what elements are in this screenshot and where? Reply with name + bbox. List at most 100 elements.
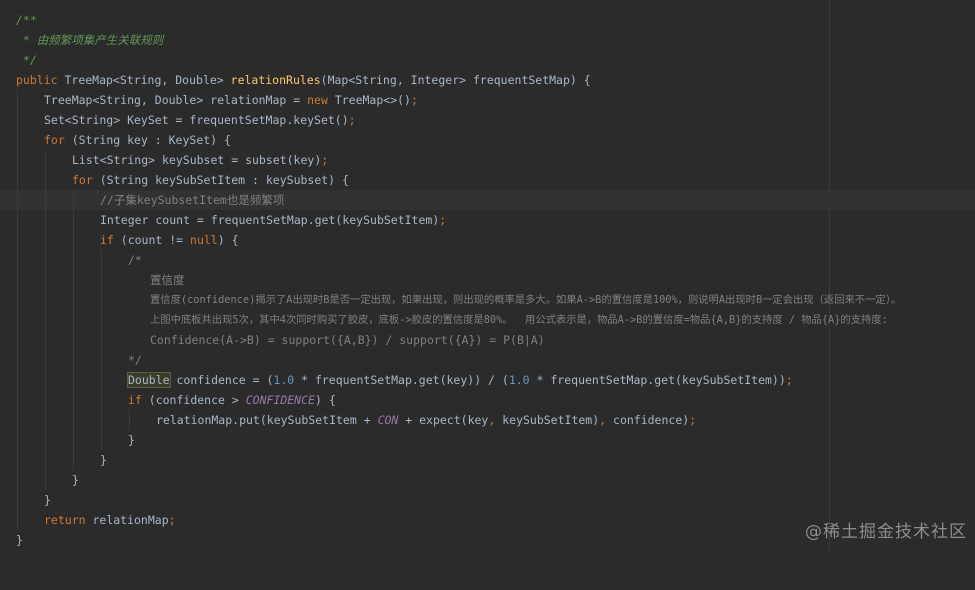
indent-guide bbox=[17, 210, 18, 230]
closing-brace: } bbox=[100, 453, 107, 467]
code-line-17[interactable]: Confidence(A->B) = support({A,B}) / supp… bbox=[0, 330, 975, 350]
indent-guide bbox=[17, 470, 18, 490]
code-line-10-current[interactable]: //子集keySubsetItem也是频繁项 bbox=[0, 190, 975, 210]
constant: CONFIDENCE bbox=[245, 393, 315, 407]
indent-guide bbox=[101, 250, 102, 270]
number-literal: 1.0 bbox=[273, 373, 295, 387]
indent-guide bbox=[45, 410, 46, 430]
javadoc-text: * 由频繁项集产生关联规则 bbox=[16, 33, 164, 47]
method-name: relationRules bbox=[230, 73, 321, 87]
code-line-1[interactable]: /** bbox=[0, 10, 975, 30]
code-line-4[interactable]: public TreeMap<String, Double> relationR… bbox=[0, 70, 975, 90]
code-line-12[interactable]: if (count != null) { bbox=[0, 230, 975, 250]
indent-guide bbox=[73, 350, 74, 370]
statement: List<String> keySubset = subset(key); bbox=[72, 150, 328, 170]
code-line-9[interactable]: for (String keySubSetItem : keySubset) { bbox=[0, 170, 975, 190]
code-text: * frequentSetMap.get(keySubSetItem)) bbox=[529, 373, 786, 387]
code-line-2[interactable]: * 由频繁项集产生关联规则 bbox=[0, 30, 975, 50]
number-literal: 1.0 bbox=[508, 373, 530, 387]
statement: Double confidence = (1.0 * frequentSetMa… bbox=[127, 370, 793, 390]
indent-guide bbox=[45, 370, 46, 390]
code-line-24[interactable]: } bbox=[0, 470, 975, 490]
indent-guide bbox=[45, 190, 46, 210]
code-text: TreeMap<>() bbox=[334, 93, 411, 107]
indent-guide bbox=[101, 370, 102, 390]
code-text: relationMap bbox=[92, 513, 169, 527]
code-text: ) { bbox=[314, 393, 336, 407]
indent-guide bbox=[45, 450, 46, 470]
code-line-5[interactable]: TreeMap<String, Double> relationMap = ne… bbox=[0, 90, 975, 110]
indent-guide bbox=[17, 510, 18, 530]
method-params: (Map<String, Integer> frequentSetMap) { bbox=[320, 73, 591, 87]
statement: for (String key : KeySet) { bbox=[44, 130, 231, 150]
statement: if (confidence > CONFIDENCE) { bbox=[128, 390, 336, 410]
code-line-8[interactable]: List<String> keySubset = subset(key); bbox=[0, 150, 975, 170]
code-text: List<String> keySubset = subset(key) bbox=[72, 153, 322, 167]
code-text: (confidence > bbox=[148, 393, 246, 407]
semicolon: ; bbox=[689, 413, 697, 427]
keyword-for: for bbox=[72, 173, 100, 187]
highlighted-type[interactable]: Double bbox=[127, 372, 171, 388]
closing-brace: } bbox=[16, 533, 23, 547]
code-line-11[interactable]: Integer count = frequentSetMap.get(keySu… bbox=[0, 210, 975, 230]
code-line-20[interactable]: if (confidence > CONFIDENCE) { bbox=[0, 390, 975, 410]
code-line-19[interactable]: Double confidence = (1.0 * frequentSetMa… bbox=[0, 370, 975, 390]
code-text: ) { bbox=[217, 233, 239, 247]
indent-guide bbox=[45, 250, 46, 270]
indent-guide bbox=[17, 330, 18, 350]
code-line-18[interactable]: */ bbox=[0, 350, 975, 370]
indent-guide bbox=[17, 90, 18, 110]
block-comment-text: 上图中底板共出现5次，其中4次同时购买了胶皮，底板->胶皮的置信度是80%。 用… bbox=[150, 314, 888, 326]
code-line-22[interactable]: } bbox=[0, 430, 975, 450]
indent-guide bbox=[101, 350, 102, 370]
indent-guide bbox=[45, 470, 46, 490]
indent-guide bbox=[17, 130, 18, 150]
closing-brace: } bbox=[72, 473, 79, 487]
indent-guide bbox=[73, 190, 74, 210]
indent-guide bbox=[17, 430, 18, 450]
code-line-6[interactable]: Set<String> KeySet = frequentSetMap.keyS… bbox=[0, 110, 975, 130]
code-line-3[interactable]: */ bbox=[0, 50, 975, 70]
indent-guide bbox=[101, 270, 102, 290]
code-line-23[interactable]: } bbox=[0, 450, 975, 470]
statement: if (count != null) { bbox=[100, 230, 239, 250]
indent-guide bbox=[45, 350, 46, 370]
indent-guide bbox=[73, 210, 74, 230]
indent-guide bbox=[73, 230, 74, 250]
indent-guide bbox=[45, 390, 46, 410]
code-line-13[interactable]: /* bbox=[0, 250, 975, 270]
indent-guide bbox=[17, 450, 18, 470]
semicolon: ; bbox=[321, 153, 329, 167]
keyword-if: if bbox=[100, 233, 121, 247]
code-editor[interactable]: /** * 由频繁项集产生关联规则 */ public TreeMap<Stri… bbox=[0, 0, 975, 550]
code-line-14[interactable]: 置信度 bbox=[0, 270, 975, 290]
indent-guide bbox=[73, 250, 74, 270]
indent-guide bbox=[45, 170, 46, 190]
semicolon: ; bbox=[348, 113, 356, 127]
indent-guide bbox=[45, 310, 46, 330]
indent-guide bbox=[45, 150, 46, 170]
code-text: confidence = ( bbox=[169, 373, 274, 387]
javadoc-open: /** bbox=[16, 13, 37, 27]
indent-guide bbox=[129, 410, 130, 430]
statement: relationMap.put(keySubSetItem + CON + ex… bbox=[156, 410, 696, 430]
indent-guide bbox=[45, 210, 46, 230]
semicolon: ; bbox=[439, 213, 447, 227]
code-line-21[interactable]: relationMap.put(keySubSetItem + CON + ex… bbox=[0, 410, 975, 430]
code-line-7[interactable]: for (String key : KeySet) { bbox=[0, 130, 975, 150]
code-line-15[interactable]: 置信度(confidence)揭示了A出现时B是否一定出现，如果出现，则出现的概… bbox=[0, 290, 975, 310]
indent-guide bbox=[45, 330, 46, 350]
indent-guide bbox=[17, 270, 18, 290]
indent-guide bbox=[17, 150, 18, 170]
return-type: TreeMap<String, Double> bbox=[64, 73, 231, 87]
semicolon: ; bbox=[168, 513, 176, 527]
indent-guide bbox=[45, 270, 46, 290]
keyword-new: new bbox=[307, 93, 335, 107]
keyword-for: for bbox=[44, 133, 72, 147]
code-line-16[interactable]: 上图中底板共出现5次，其中4次同时购买了胶皮，底板->胶皮的置信度是80%。 用… bbox=[0, 310, 975, 330]
indent-guide bbox=[45, 430, 46, 450]
indent-guide bbox=[101, 310, 102, 330]
block-comment-close: */ bbox=[128, 353, 142, 367]
code-line-25[interactable]: } bbox=[0, 490, 975, 510]
watermark: @稀土掘金技术社区 bbox=[805, 522, 967, 542]
